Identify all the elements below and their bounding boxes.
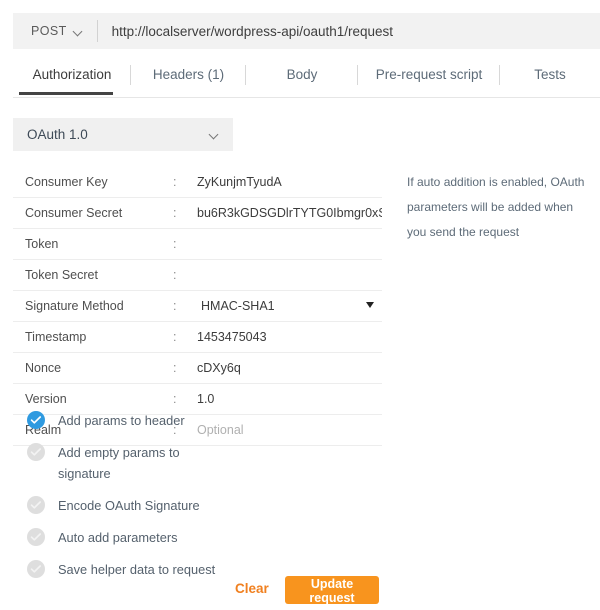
param-colon: : xyxy=(173,299,177,313)
tab-tests-label: Tests xyxy=(534,67,566,82)
param-row-token-secret: Token Secret : xyxy=(13,260,382,291)
chevron-down-icon xyxy=(74,27,83,36)
check-circle-icon[interactable] xyxy=(27,411,45,429)
param-colon: : xyxy=(173,392,177,406)
request-url-bar: POST xyxy=(13,13,600,49)
tab-body[interactable]: Body xyxy=(246,63,358,94)
param-colon: : xyxy=(173,361,177,375)
chevron-down-icon xyxy=(210,130,219,139)
param-colon: : xyxy=(173,175,177,189)
tab-tests[interactable]: Tests xyxy=(500,63,600,94)
option-label: Add empty params to signature xyxy=(58,445,180,481)
auth-type-select[interactable]: OAuth 1.0 xyxy=(13,118,233,151)
nonce-input[interactable] xyxy=(187,359,382,377)
tab-pre-request-script-label: Pre-request script xyxy=(375,67,483,82)
param-row-signature-method: Signature Method : HMAC-SHA1 xyxy=(13,291,382,322)
param-row-consumer-key: Consumer Key : xyxy=(13,167,382,198)
check-circle-icon[interactable] xyxy=(27,443,45,461)
request-url-input[interactable] xyxy=(97,22,600,40)
clear-button[interactable]: Clear xyxy=(235,581,269,596)
param-row-nonce: Nonce : xyxy=(13,353,382,384)
version-input[interactable] xyxy=(187,390,382,408)
token-secret-input[interactable] xyxy=(187,266,382,284)
param-label: Consumer Secret xyxy=(25,206,123,220)
tab-authorization[interactable]: Authorization xyxy=(13,63,131,95)
option-auto-add-parameters[interactable]: Auto add parameters xyxy=(27,527,357,548)
http-method-label: POST xyxy=(31,24,67,38)
check-circle-icon[interactable] xyxy=(27,560,45,578)
request-tabs: Authorization Headers (1) Body Pre-reque… xyxy=(13,63,600,98)
tab-authorization-label: Authorization xyxy=(32,67,112,82)
consumer-key-input[interactable] xyxy=(187,173,382,191)
check-circle-icon[interactable] xyxy=(27,528,45,546)
auth-help-text: If auto addition is enabled, OAuth param… xyxy=(407,175,585,239)
active-tab-underline xyxy=(19,92,113,95)
param-row-consumer-secret: Consumer Secret : xyxy=(13,198,382,229)
update-request-button[interactable]: Update request xyxy=(285,576,379,605)
param-label: Signature Method xyxy=(25,299,124,313)
option-label: Add params to header xyxy=(58,413,185,428)
check-circle-icon[interactable] xyxy=(27,496,45,514)
consumer-secret-input[interactable] xyxy=(187,204,382,222)
tab-headers-label: Headers (1) xyxy=(152,67,225,82)
auth-type-selected-label: OAuth 1.0 xyxy=(27,127,88,142)
param-colon: : xyxy=(173,237,177,251)
option-add-params-to-header[interactable]: Add params to header xyxy=(27,410,357,431)
oauth-parameter-table: Consumer Key : Consumer Secret : Token :… xyxy=(13,167,382,446)
param-colon: : xyxy=(173,206,177,220)
param-label: Token Secret xyxy=(25,268,98,282)
tab-pre-request-script[interactable]: Pre-request script xyxy=(358,63,500,94)
param-row-token: Token : xyxy=(13,229,382,260)
oauth-options-list: Add params to header Add empty params to… xyxy=(27,410,357,591)
http-method-selector[interactable]: POST xyxy=(13,13,97,49)
param-label: Consumer Key xyxy=(25,175,108,189)
option-label: Encode OAuth Signature xyxy=(58,498,200,513)
tab-headers[interactable]: Headers (1) xyxy=(131,63,246,94)
timestamp-input[interactable] xyxy=(187,328,382,346)
option-label: Auto add parameters xyxy=(58,530,178,545)
token-input[interactable] xyxy=(187,235,382,253)
param-label: Nonce xyxy=(25,361,62,375)
option-encode-oauth-signature[interactable]: Encode OAuth Signature xyxy=(27,495,357,516)
caret-down-icon[interactable] xyxy=(366,302,374,308)
signature-method-value[interactable]: HMAC-SHA1 xyxy=(187,297,382,315)
option-add-empty-params-to-signature[interactable]: Add empty params to signature xyxy=(27,442,357,484)
param-colon: : xyxy=(173,330,177,344)
option-label: Save helper data to request xyxy=(58,562,216,577)
param-row-timestamp: Timestamp : xyxy=(13,322,382,353)
param-label: Version xyxy=(25,392,67,406)
param-label: Token xyxy=(25,237,59,251)
tab-body-label: Body xyxy=(286,67,318,82)
param-label: Timestamp xyxy=(25,330,87,344)
param-colon: : xyxy=(173,268,177,282)
